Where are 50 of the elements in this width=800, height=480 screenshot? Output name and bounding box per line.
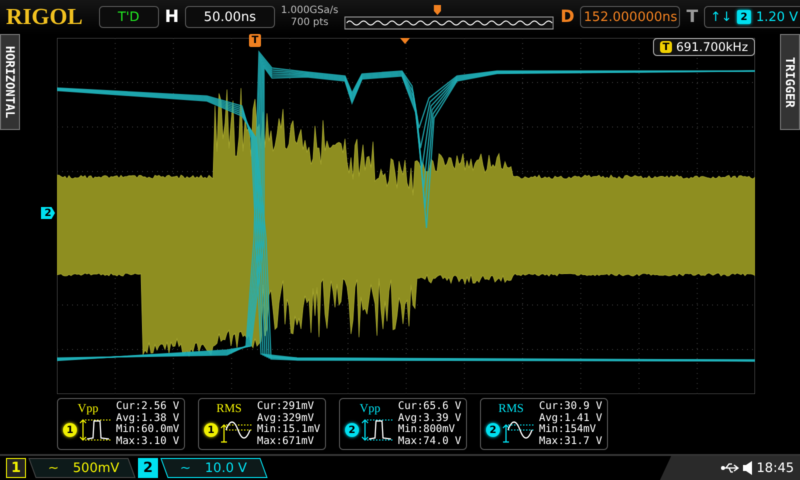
delay-value[interactable]: 152.000000ns <box>580 6 680 28</box>
measurement-value: Min:800mV <box>398 424 456 436</box>
trigger-position-marker[interactable]: T <box>249 34 261 47</box>
channel-badge: 2 <box>486 423 500 437</box>
measurement-name: RMS <box>498 401 524 415</box>
trigger-tab[interactable]: TRIGGER <box>780 34 800 130</box>
measurement-value: Avg:1.41 V <box>539 412 602 424</box>
frequency-value: 691.700kHz <box>676 40 748 54</box>
trigger-badge: T <box>660 41 672 53</box>
trigger-settings[interactable]: ↑↓ 2 1.20 V <box>704 6 800 28</box>
trigger-label: T <box>686 7 698 27</box>
delay-label: D <box>560 7 574 27</box>
clock-time: 18:45 <box>756 460 794 476</box>
channel-offset-marker[interactable]: 2 <box>41 207 55 219</box>
measurement-value: Cur:2.56 V <box>116 401 180 412</box>
trigger-source: 2 <box>737 10 751 24</box>
measurement-value: Max:74.0 V <box>398 436 462 447</box>
measurement-value: Max:3.10 V <box>116 436 180 447</box>
sample-rate: 1.000GSa/s <box>280 5 338 17</box>
channel-badge: 2 <box>345 423 359 437</box>
measurement-name: RMS <box>216 401 242 415</box>
channel-number[interactable]: 1 <box>6 458 26 478</box>
brand-logo: RIGOL <box>6 4 83 30</box>
pulse-measure-icon <box>79 417 113 443</box>
trigger-slope: ↑↓ <box>710 10 732 24</box>
measurement-value: Min:15.1mV <box>257 424 320 436</box>
measurement-value: Max:31.7 V <box>539 436 602 447</box>
usb-icon <box>720 463 739 473</box>
measurement-value: Min:154mV <box>539 424 597 436</box>
horizontal-tab[interactable]: HORIZONTAL <box>0 34 20 130</box>
measurement-value: Avg:3.39 V <box>398 412 462 424</box>
measurement-value: Min:60.0mV <box>116 424 180 436</box>
measurement-value: Avg:1.38 V <box>116 412 180 424</box>
measurement-value: Max:671mV <box>257 436 315 447</box>
speaker-icon <box>742 461 753 475</box>
measurement-value: Cur:65.6 V <box>398 401 462 412</box>
measurement-name: Vpp <box>78 401 98 415</box>
measurement-name: Vpp <box>360 401 380 415</box>
measurement-value: Avg:329mV <box>257 412 315 424</box>
measurement-value: Cur:291mV <box>257 401 315 412</box>
timebase-value[interactable]: 50.00ns <box>184 6 275 28</box>
run-status: T'D <box>98 6 159 28</box>
memory-depth: 700 pts <box>290 17 329 29</box>
trigger-level: 1.20 V <box>756 10 798 24</box>
channel-badge: 1 <box>204 423 218 437</box>
pulse-measure-icon <box>361 417 395 443</box>
channel-badge: 1 <box>63 423 77 437</box>
horizontal-label: H <box>164 7 179 27</box>
measurement-value: Cur:30.9 V <box>539 401 602 412</box>
channel-number[interactable]: 2 <box>138 458 158 478</box>
